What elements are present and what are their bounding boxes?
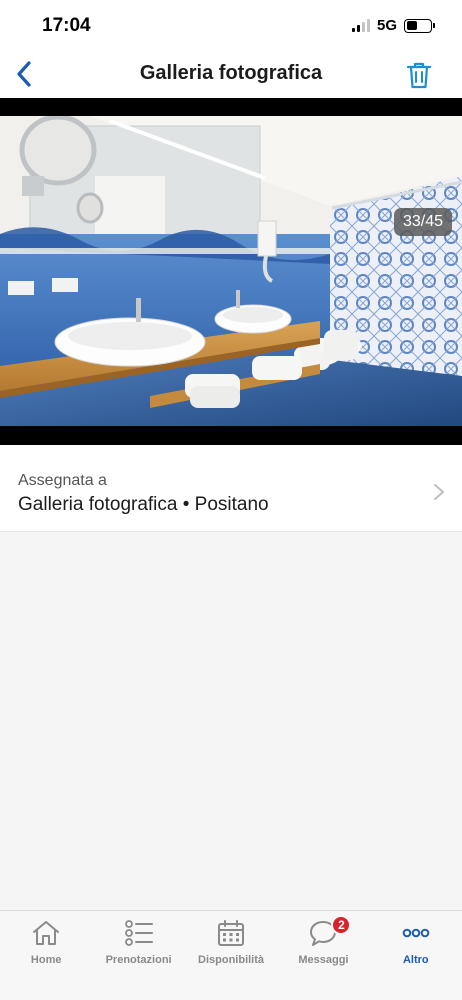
tab-label: Altro bbox=[402, 954, 429, 966]
network-type: 5G bbox=[376, 17, 397, 34]
tab-altro[interactable]: Altro bbox=[370, 911, 462, 1000]
home-icon bbox=[29, 917, 63, 949]
assignment-row[interactable]: Assegnata a Galleria fotografica • Posit… bbox=[0, 445, 462, 532]
status-time: 17:04 bbox=[42, 15, 91, 36]
signal-icon bbox=[351, 19, 370, 32]
tab-disponibilita[interactable]: Disponibilità bbox=[185, 911, 277, 1000]
tab-label: Disponibilità bbox=[198, 954, 265, 966]
battery-icon bbox=[404, 18, 435, 33]
chevron-right-icon bbox=[434, 484, 444, 500]
photo-viewer[interactable]: 33/45 bbox=[0, 98, 462, 445]
tab-label: Messaggi bbox=[298, 954, 349, 966]
page-title: Galleria fotografica bbox=[139, 62, 323, 84]
assignment-label: Assegnata a bbox=[18, 472, 107, 489]
tab-prenotazioni[interactable]: Prenotazioni bbox=[92, 911, 184, 1000]
delete-button[interactable] bbox=[404, 58, 434, 92]
trash-icon bbox=[406, 62, 432, 89]
more-icon bbox=[399, 917, 433, 949]
tab-home[interactable]: Home bbox=[0, 911, 92, 1000]
status-indicators: 5G bbox=[351, 17, 435, 34]
tab-label: Prenotazioni bbox=[105, 954, 172, 966]
tab-label: Home bbox=[30, 954, 62, 966]
tab-bar: Home Prenotazioni Disponibilità 2 Messag… bbox=[0, 910, 462, 1000]
bathroom-photo[interactable] bbox=[0, 116, 462, 426]
unread-badge: 2 bbox=[331, 915, 352, 935]
list-icon bbox=[122, 917, 156, 949]
assignment-value: Galleria fotografica • Positano bbox=[18, 494, 269, 515]
photo-counter: 33/45 bbox=[393, 208, 452, 236]
calendar-icon bbox=[214, 917, 248, 949]
status-bar: 17:04 5G bbox=[0, 0, 462, 50]
tab-messaggi[interactable]: 2 Messaggi bbox=[277, 911, 369, 1000]
nav-bar: Galleria fotografica bbox=[0, 50, 462, 98]
